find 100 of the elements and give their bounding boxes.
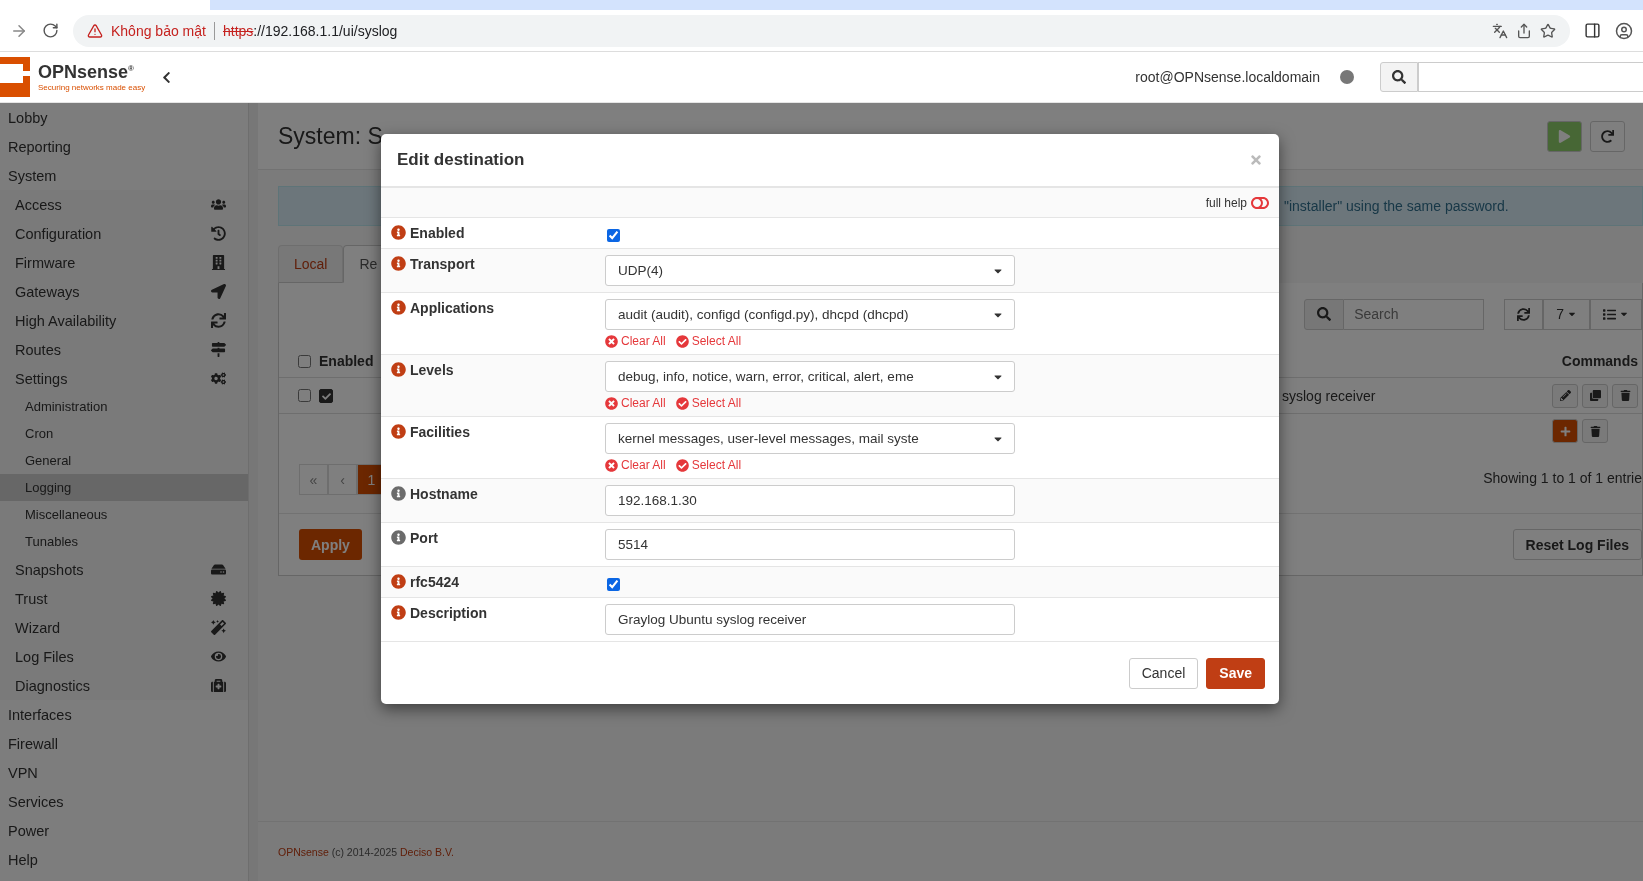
action-link[interactable]: Clear All <box>605 334 666 348</box>
sidebar-item[interactable]: Interfaces <box>0 700 248 729</box>
gears-icon <box>211 371 226 386</box>
apply-button[interactable]: Apply <box>299 529 362 560</box>
input-field[interactable]: 5514 <box>605 529 1015 560</box>
collapse-icon[interactable] <box>160 70 173 84</box>
enabled-checkbox[interactable] <box>319 389 333 403</box>
sidebar-item[interactable]: Lobby <box>0 103 248 132</box>
sidebar-item[interactable]: Logging <box>0 474 248 501</box>
field-label: Facilities <box>410 424 470 440</box>
star-icon[interactable] <box>1540 22 1556 39</box>
refresh-button[interactable] <box>1504 298 1544 330</box>
page-button[interactable]: ‹ <box>328 464 357 495</box>
check-icon <box>675 396 689 410</box>
search-field[interactable]: Search <box>1344 298 1485 330</box>
cancel-button[interactable]: Cancel <box>1128 657 1199 689</box>
info-icon[interactable] <box>391 300 406 315</box>
edit-button[interactable] <box>1552 383 1578 408</box>
delete-button[interactable] <box>1582 419 1608 443</box>
action-link[interactable]: Select All <box>675 334 742 348</box>
select-field[interactable]: audit (audit), configd (configd.py), dhcpd (dhcpd) <box>605 299 1015 330</box>
logo-icon <box>0 55 32 99</box>
check-icon <box>675 334 689 348</box>
page-title: System: S <box>278 122 383 150</box>
select-field[interactable]: debug, info, notice, warn, error, critical, alert, eme <box>605 361 1015 392</box>
copyright-text: OPNsense (c) 2014-2025 Deciso B.V. <box>278 845 454 858</box>
action-link[interactable]: Clear All <box>605 458 666 472</box>
clear-icon <box>605 334 618 348</box>
input-field[interactable]: Graylog Ubuntu syslog receiver <box>605 604 1015 635</box>
sidebar-item[interactable]: Help <box>0 845 248 874</box>
checkbox[interactable] <box>607 229 620 242</box>
sidebar-item[interactable]: VPN <box>0 758 248 787</box>
page-size-dropdown[interactable]: 7 <box>1543 298 1590 330</box>
users-icon <box>211 197 226 212</box>
tab[interactable]: Local <box>278 245 344 283</box>
action-link[interactable]: Select All <box>675 458 742 472</box>
plus-icon <box>1559 425 1571 437</box>
search-icon <box>1392 70 1406 84</box>
info-icon[interactable] <box>391 225 406 240</box>
user-name[interactable]: root@OPNsense.localdomain <box>1135 69 1320 85</box>
add-button[interactable] <box>1552 419 1578 443</box>
warning-icon <box>87 22 103 39</box>
reload-icon <box>1601 129 1614 143</box>
clone-button[interactable] <box>1582 383 1608 408</box>
sidebar-item[interactable]: Services <box>0 787 248 816</box>
trash-icon <box>1589 425 1601 437</box>
profile-icon[interactable] <box>1615 21 1633 40</box>
footer-link[interactable]: Deciso B.V. <box>400 845 454 858</box>
info-icon[interactable] <box>391 256 406 271</box>
action-link[interactable]: Clear All <box>605 396 666 410</box>
security-warning[interactable]: Không bảo mật <box>111 22 206 39</box>
reset-button[interactable]: Reset Log Files <box>1512 529 1642 560</box>
footer-link[interactable]: OPNsense <box>278 845 329 858</box>
info-icon[interactable] <box>391 574 406 589</box>
field-label: Applications <box>410 300 494 316</box>
entries-info: Showing 1 to 1 of 1 entrie <box>1483 470 1642 486</box>
field-label: Levels <box>410 362 454 378</box>
search-field[interactable] <box>1418 62 1643 92</box>
save-button[interactable]: Save <box>1206 657 1265 689</box>
scrollbar[interactable] <box>248 103 258 881</box>
pencil-icon <box>1559 390 1571 401</box>
help-label: full help <box>1205 195 1247 210</box>
info-icon[interactable] <box>391 362 406 377</box>
info-icon[interactable] <box>391 486 406 501</box>
field-label: Enabled <box>410 225 465 241</box>
input-field[interactable]: 192.168.1.30 <box>605 485 1015 516</box>
check-icon <box>675 458 689 472</box>
share-icon[interactable] <box>1516 22 1532 39</box>
signpost-icon <box>211 342 226 357</box>
sidebar-item[interactable]: Firewall <box>0 729 248 758</box>
columns-dropdown[interactable] <box>1590 298 1642 330</box>
info-icon[interactable] <box>391 530 406 545</box>
arrow-icon <box>211 284 226 299</box>
wand-icon <box>211 620 226 635</box>
field-label: Hostname <box>410 486 478 502</box>
info-icon[interactable] <box>391 424 406 439</box>
reload-icon[interactable] <box>42 22 59 39</box>
info-icon[interactable] <box>391 605 406 620</box>
column-header: Enabled <box>319 353 375 369</box>
play-icon <box>1558 129 1571 143</box>
search-button[interactable] <box>1380 62 1418 92</box>
action-link[interactable]: Select All <box>675 396 742 410</box>
select-field[interactable]: UDP(4) <box>605 255 1015 286</box>
select-field[interactable]: kernel messages, user-level messages, mail syste <box>605 423 1015 454</box>
sidebar-item[interactable]: System <box>0 161 248 190</box>
delete-button[interactable] <box>1612 383 1638 408</box>
dialog-title: Edit destination <box>397 150 525 170</box>
list-icon <box>1603 307 1616 321</box>
url-text[interactable]: https://192.168.1.1/ui/syslog <box>222 22 398 39</box>
checkbox[interactable] <box>607 578 620 591</box>
page-button[interactable]: « <box>299 464 328 495</box>
field-label: rfc5424 <box>410 574 460 590</box>
sidebar-item[interactable]: Reporting <box>0 132 248 161</box>
reload-button[interactable] <box>1590 120 1625 152</box>
side-panel-icon[interactable] <box>1584 22 1601 39</box>
sidebar-item[interactable]: Power <box>0 816 248 845</box>
translate-icon[interactable] <box>1492 22 1508 39</box>
medkit-icon <box>211 678 226 693</box>
search-icon[interactable] <box>1304 298 1345 330</box>
address-bar[interactable]: Không bảo mật https://192.168.1.1/ui/syslog <box>73 14 1570 47</box>
